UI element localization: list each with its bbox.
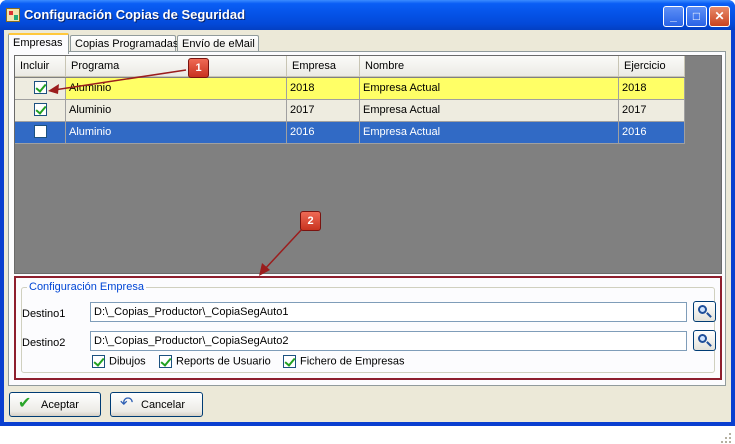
annotation-arrowhead-1 [48, 84, 59, 94]
annotation-arrow-1 [53, 69, 187, 91]
resize-grip[interactable] [720, 432, 732, 444]
annotation-arrows [48, 69, 304, 276]
annotation-badge-1: 1 [188, 58, 209, 78]
app-window: Configuración Copias de Seguridad _ □ ✕ … [0, 0, 735, 443]
annotation-badge-2: 2 [300, 211, 321, 231]
annotation-arrow-2 [263, 227, 304, 271]
